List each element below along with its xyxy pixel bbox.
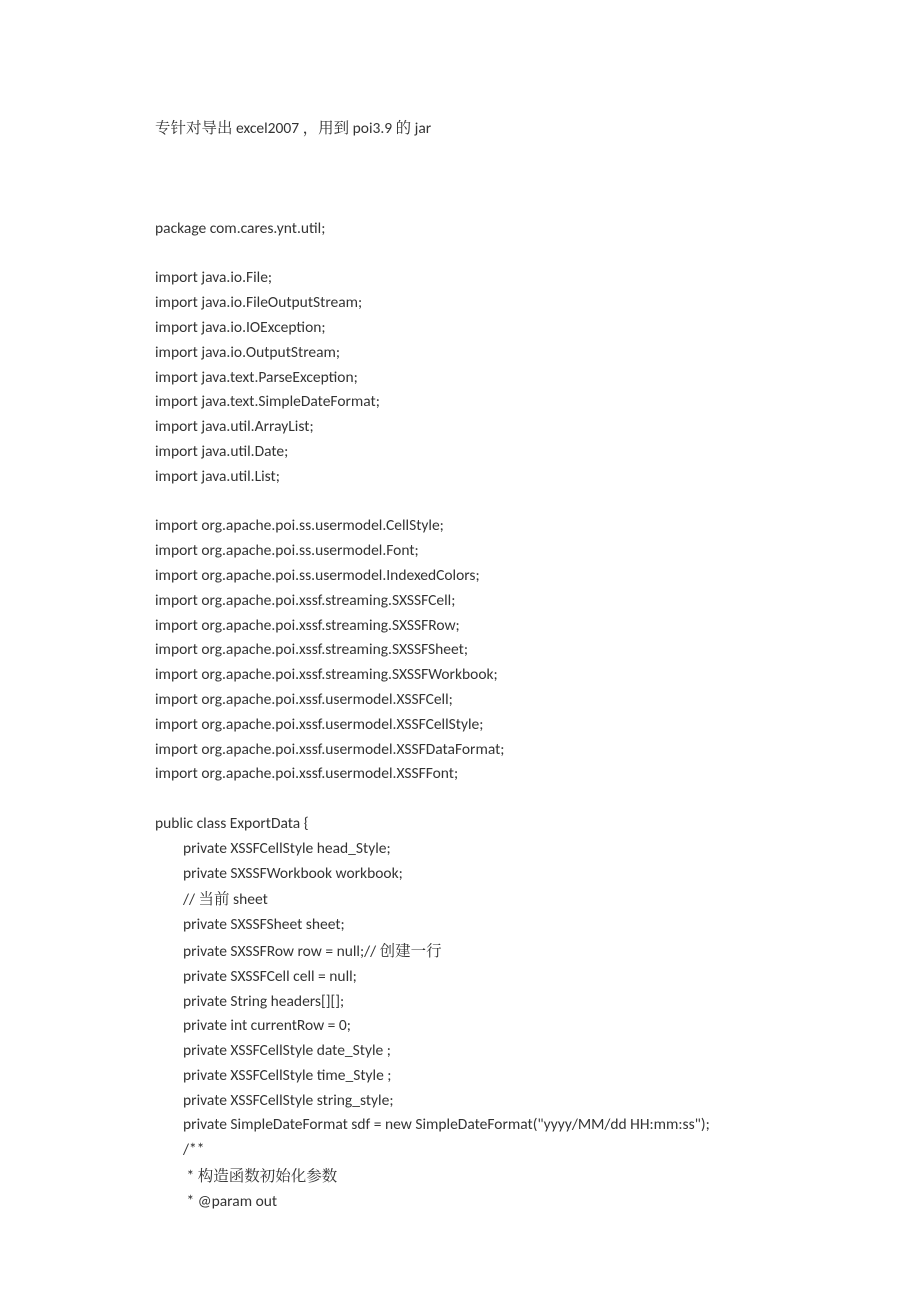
intro-text-2: excel2007 <box>233 119 303 138</box>
code-line: private String headers[][]; <box>155 992 344 1011</box>
code-line: import java.io.OutputStream; <box>155 343 340 362</box>
code-line: package com.cares.ynt.util; <box>155 219 325 238</box>
code-line: import java.io.FileOutputStream; <box>155 293 362 312</box>
code-line: import org.apache.poi.xssf.usermodel.XSS… <box>155 764 458 783</box>
document-page: 专针对导出 excel2007 ，用到 poi3.9 的 jar package… <box>0 0 920 1302</box>
code-line: public class ExportData { <box>155 814 309 833</box>
code-line: import org.apache.poi.ss.usermodel.Font; <box>155 541 419 560</box>
code-line: private SimpleDateFormat sdf = new Simpl… <box>155 1115 710 1134</box>
code-line: import org.apache.poi.xssf.usermodel.XSS… <box>155 740 504 759</box>
code-line-cjk: 当前 <box>199 887 230 909</box>
code-line: private int currentRow = 0; <box>155 1016 351 1035</box>
code-line: import org.apache.poi.xssf.usermodel.XSS… <box>155 715 483 734</box>
code-line: import org.apache.poi.xssf.streaming.SXS… <box>155 591 455 610</box>
code-line: import java.util.ArrayList; <box>155 417 314 436</box>
code-line-cjk: 构造函数初始化参数 <box>198 1164 338 1186</box>
code-line: import java.io.IOException; <box>155 318 326 337</box>
code-line: import org.apache.poi.xssf.usermodel.XSS… <box>155 690 453 709</box>
code-line: private SXSSFCell cell = null; <box>155 967 357 986</box>
code-block: package com.cares.ynt.util; import java.… <box>155 217 765 1215</box>
intro-text-6: jar <box>411 119 431 138</box>
code-line: private XSSFCellStyle time_Style ; <box>155 1066 391 1085</box>
code-line: import java.text.ParseException; <box>155 368 358 387</box>
code-line: * @param out <box>155 1192 277 1211</box>
code-line: sheet <box>230 890 268 909</box>
code-line: import org.apache.poi.ss.usermodel.Index… <box>155 566 480 585</box>
code-line-cjk: 创建一行 <box>380 939 442 961</box>
code-line: import org.apache.poi.xssf.streaming.SXS… <box>155 640 468 659</box>
code-line: private XSSFCellStyle head_Style; <box>155 839 391 858</box>
intro-paragraph: 专针对导出 excel2007 ，用到 poi3.9 的 jar <box>155 115 765 142</box>
intro-text-1: 专针对导出 <box>155 116 233 138</box>
intro-text-5: 的 <box>396 116 412 138</box>
code-line: private XSSFCellStyle string_style; <box>155 1091 393 1110</box>
code-line: private SXSSFWorkbook workbook; <box>155 864 403 883</box>
code-line: import java.text.SimpleDateFormat; <box>155 392 380 411</box>
code-line: * <box>155 1167 198 1186</box>
code-line: private XSSFCellStyle date_Style ; <box>155 1041 391 1060</box>
intro-text-4: poi3.9 <box>349 119 396 138</box>
code-line: import org.apache.poi.xssf.streaming.SXS… <box>155 616 460 635</box>
code-line: /** <box>155 1140 204 1159</box>
code-line: private SXSSFSheet sheet; <box>155 915 345 934</box>
intro-text-3: ，用到 <box>303 116 350 138</box>
code-line: import java.util.Date; <box>155 442 288 461</box>
code-line: private SXSSFRow row = null;// <box>155 942 380 961</box>
code-line: import java.io.File; <box>155 268 272 287</box>
code-line: import org.apache.poi.xssf.streaming.SXS… <box>155 665 498 684</box>
code-line: // <box>155 890 199 909</box>
code-line: import java.util.List; <box>155 467 280 486</box>
code-line: import org.apache.poi.ss.usermodel.CellS… <box>155 516 444 535</box>
